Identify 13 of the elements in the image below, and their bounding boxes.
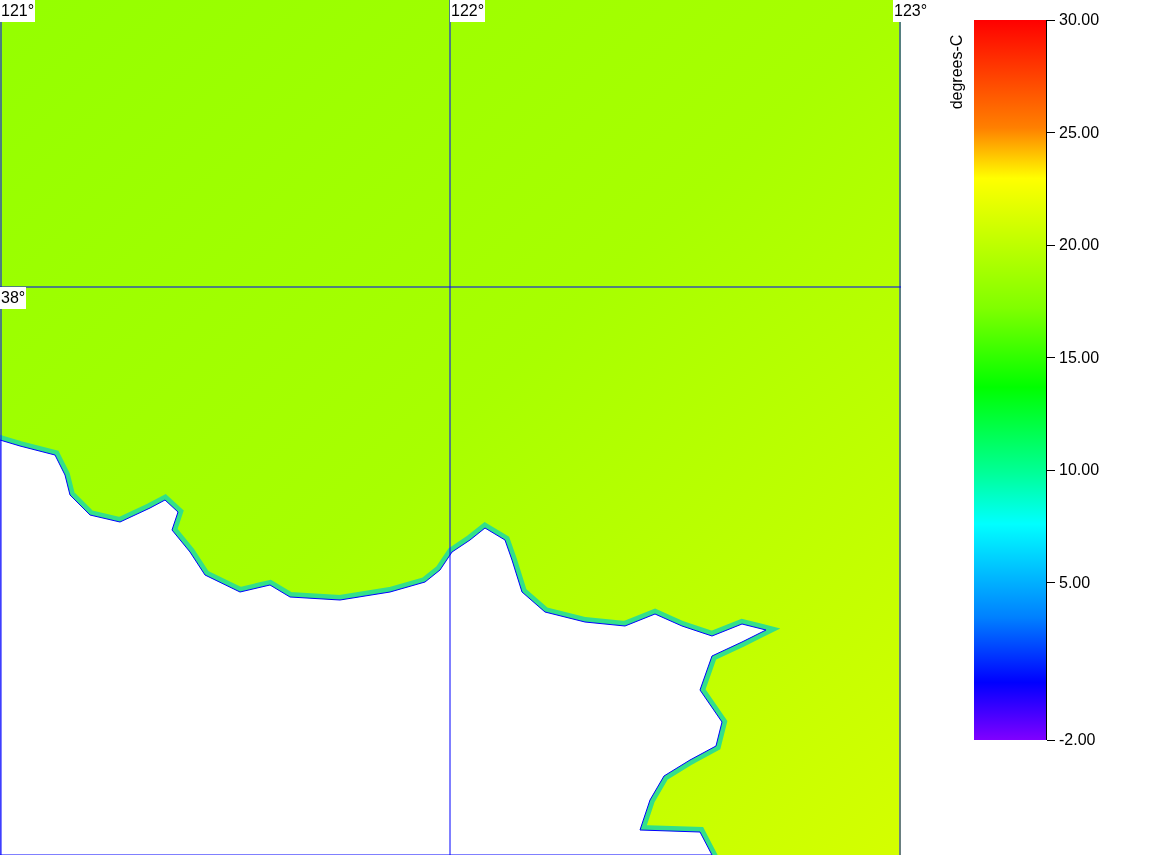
longitude-label: 121° xyxy=(0,0,36,22)
latitude-label: 38° xyxy=(0,287,27,309)
scale-value: 5.00 xyxy=(1059,572,1091,593)
scale-value: -2.00 xyxy=(1059,730,1096,750)
scale-value: 15.00 xyxy=(1059,347,1100,368)
longitude-label: 123° xyxy=(893,0,929,22)
scale-value: 20.00 xyxy=(1059,235,1100,255)
longitude-label: 122° xyxy=(450,0,486,22)
tick-mark xyxy=(1047,739,1055,741)
unit-label: degrees-C xyxy=(947,34,966,110)
scale-value: 25.00 xyxy=(1059,122,1100,143)
scale-value: 30.00 xyxy=(1059,10,1100,30)
scale-value: 10.00 xyxy=(1059,460,1100,480)
